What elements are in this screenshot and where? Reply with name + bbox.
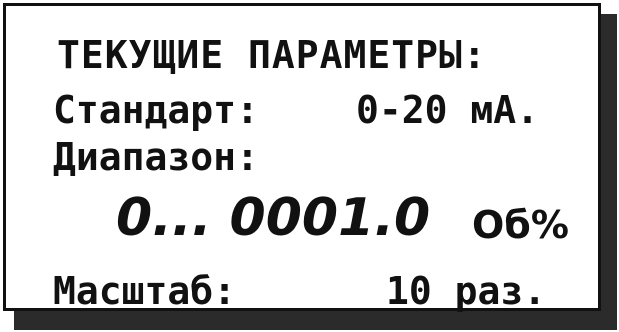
scale-value: 10 раз.: [386, 269, 547, 313]
range-unit: Об%: [472, 203, 569, 247]
standard-label: Стандарт:: [53, 88, 259, 132]
range-label: Диапазон:: [53, 135, 259, 179]
range-value: 0... 0001.0: [116, 188, 431, 248]
lcd-display-panel: ТЕКУЩИЕ ПАРАМЕТРЫ: Стандарт: 0-20 мА. Ди…: [3, 3, 601, 311]
scale-label: Масштаб:: [53, 269, 237, 313]
screen-title: ТЕКУЩИЕ ПАРАМЕТРЫ:: [57, 33, 487, 77]
standard-value: 0-20 мА.: [356, 88, 540, 132]
